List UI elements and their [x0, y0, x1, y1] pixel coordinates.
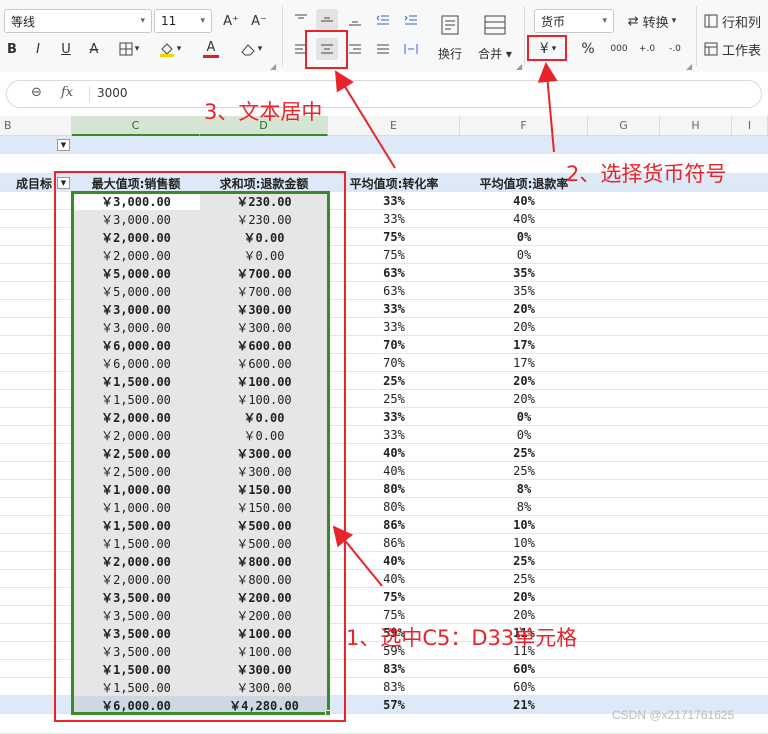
annotation-step1: 1、选中C5：D33单元格	[346, 626, 578, 650]
arrow-to-currency	[537, 62, 558, 153]
annotation-step2: 2、选择货币符号	[566, 162, 727, 186]
annotation-step3: 3、文本居中	[204, 100, 323, 124]
arrow-to-align	[334, 70, 396, 169]
watermark: CSDN @x2171761625	[612, 708, 735, 722]
annotation-arrows	[332, 62, 558, 587]
arrow-to-selection	[332, 525, 383, 587]
